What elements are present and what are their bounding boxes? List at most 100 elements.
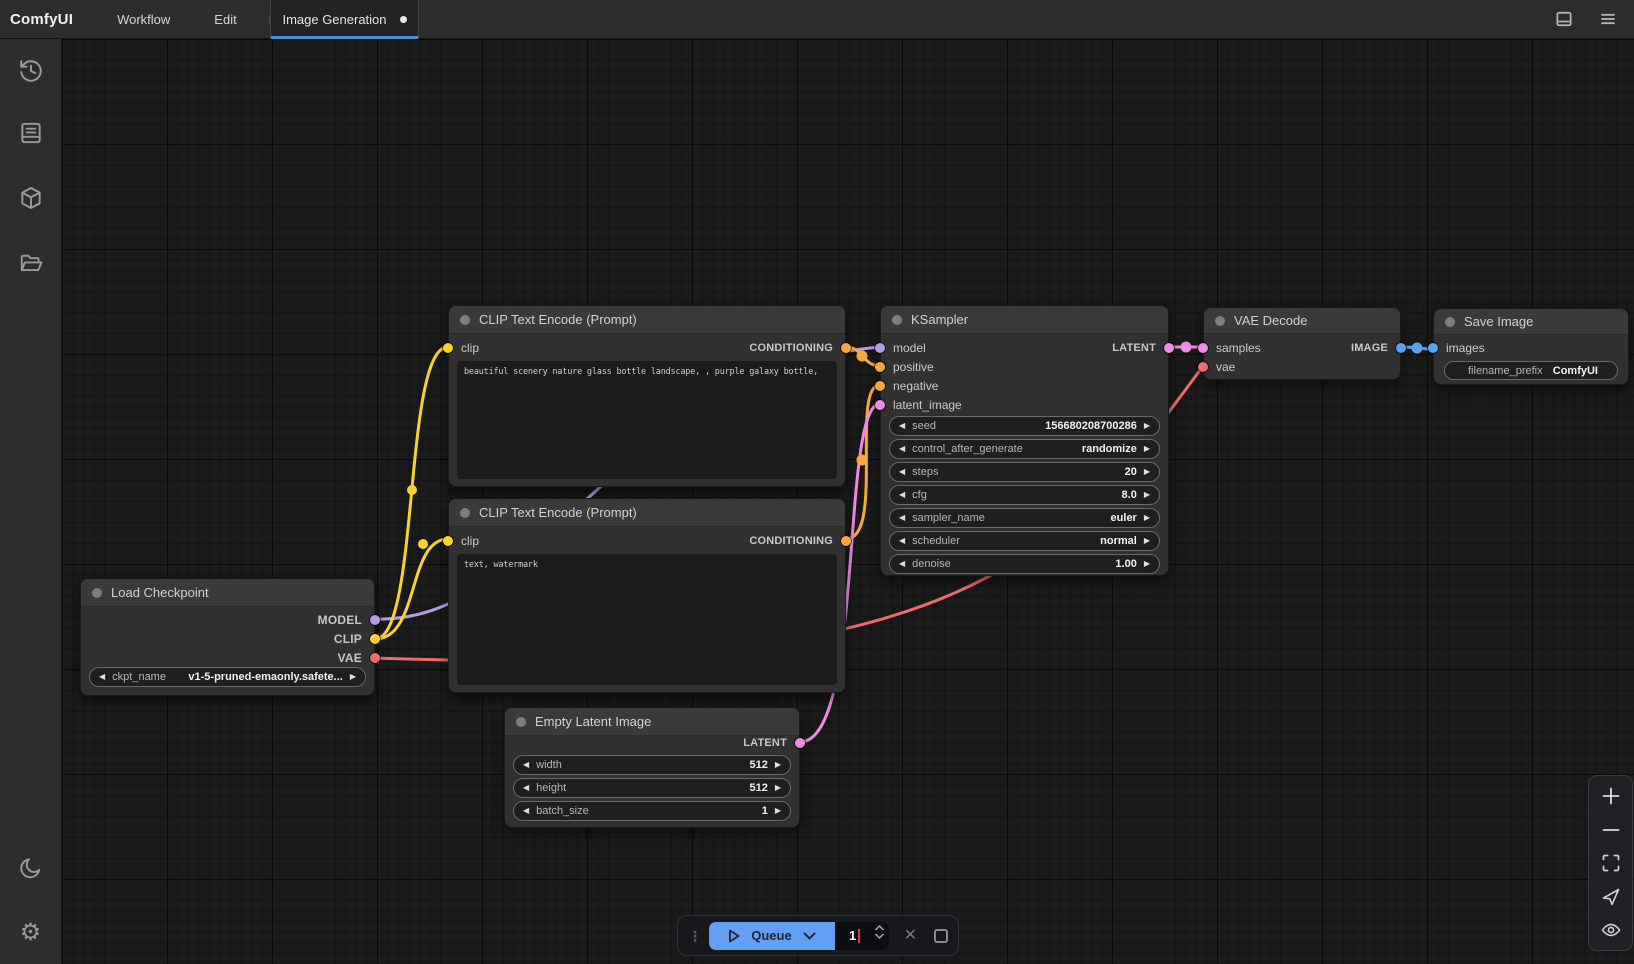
decrement-icon[interactable]: ◀ [899, 560, 905, 568]
node-empty-latent-image[interactable]: Empty Latent Image LATENT ◀ width 512 ▶ … [504, 707, 800, 828]
node-titlebar[interactable]: Load Checkpoint [81, 579, 374, 607]
collapse-dot-icon[interactable] [1445, 317, 1455, 327]
theme-toggle-icon[interactable] [18, 855, 44, 881]
widget-filename-prefix[interactable]: filename_prefix ComfyUI [1444, 361, 1618, 380]
node-titlebar[interactable]: CLIP Text Encode (Prompt) [449, 306, 845, 334]
widget-denoise[interactable]: ◀ denoise 1.00 ▶ [889, 554, 1160, 574]
increment-icon[interactable]: ▶ [775, 761, 781, 769]
menu-edit[interactable]: Edit [214, 12, 236, 27]
collapse-dot-icon[interactable] [892, 315, 902, 325]
decrement-icon[interactable]: ◀ [523, 761, 529, 769]
zoom-in-button[interactable] [1600, 785, 1622, 807]
increment-icon[interactable]: ▶ [1144, 537, 1150, 545]
increment-icon[interactable]: ▶ [1144, 491, 1150, 499]
toggle-link-visibility-icon[interactable] [1600, 919, 1622, 941]
collapse-dot-icon[interactable] [1215, 316, 1225, 326]
output-port-model[interactable] [370, 615, 380, 625]
hamburger-menu-icon[interactable] [1598, 9, 1618, 29]
input-port-clip[interactable] [443, 343, 453, 353]
input-port-vae[interactable] [1198, 362, 1208, 372]
increment-icon[interactable]: ▶ [775, 807, 781, 815]
node-clip-text-encode-positive[interactable]: CLIP Text Encode (Prompt) clip CONDITION… [448, 305, 846, 487]
input-port-samples[interactable] [1198, 343, 1208, 353]
decrement-icon[interactable]: ◀ [523, 784, 529, 792]
widget-cfg[interactable]: ◀ cfg 8.0 ▶ [889, 485, 1160, 505]
workflow-history-icon[interactable] [18, 58, 44, 84]
input-port-model[interactable] [875, 343, 885, 353]
play-icon [728, 929, 740, 943]
menu-workflow[interactable]: Workflow [117, 12, 170, 27]
widget-ckpt-name[interactable]: ◀ ckpt_name v1-5-pruned-emaonly.safete..… [89, 667, 366, 687]
node-library-icon[interactable] [18, 185, 44, 211]
drag-handle-icon[interactable]: ⋮ [688, 929, 702, 943]
output-port-latent[interactable] [795, 738, 805, 748]
node-graph-canvas[interactable]: Load Checkpoint MODEL CLIP VAE ◀ ckpt_na… [62, 39, 1634, 964]
collapse-dot-icon[interactable] [92, 588, 102, 598]
decrement-icon[interactable]: ◀ [899, 422, 905, 430]
input-port-clip[interactable] [443, 536, 453, 546]
decrement-icon[interactable]: ◀ [899, 468, 905, 476]
node-titlebar[interactable]: Empty Latent Image [505, 708, 799, 736]
widget-seed[interactable]: ◀ seed 156680208700286 ▶ [889, 416, 1160, 436]
collapse-dot-icon[interactable] [460, 315, 470, 325]
stop-icon[interactable] [934, 929, 948, 943]
increment-icon[interactable]: ▶ [1144, 560, 1150, 568]
node-load-checkpoint[interactable]: Load Checkpoint MODEL CLIP VAE ◀ ckpt_na… [80, 578, 375, 696]
step-up-icon[interactable] [875, 925, 884, 931]
node-vae-decode[interactable]: VAE Decode samples IMAGE vae [1203, 307, 1401, 380]
increment-icon[interactable]: ▶ [1144, 422, 1150, 430]
collapse-dot-icon[interactable] [516, 717, 526, 727]
tab-image-generation[interactable]: Image Generation [270, 0, 419, 39]
collapse-dot-icon[interactable] [460, 508, 470, 518]
toggle-panel-icon[interactable] [1554, 9, 1574, 29]
queue-icon[interactable] [18, 120, 44, 146]
clear-queue-icon[interactable]: ✕ [904, 928, 917, 944]
decrement-icon[interactable]: ◀ [899, 445, 905, 453]
node-ksampler[interactable]: KSampler model LATENT positive negative … [880, 305, 1169, 576]
increment-icon[interactable]: ▶ [1144, 468, 1150, 476]
output-port-conditioning[interactable] [841, 536, 851, 546]
decrement-icon[interactable]: ◀ [899, 514, 905, 522]
pan-mode-icon[interactable] [1600, 886, 1622, 908]
input-port-images[interactable] [1428, 343, 1438, 353]
node-titlebar[interactable]: KSampler [881, 306, 1168, 334]
input-port-positive[interactable] [875, 362, 885, 372]
node-clip-text-encode-negative[interactable]: CLIP Text Encode (Prompt) clip CONDITION… [448, 498, 846, 693]
increment-icon[interactable]: ▶ [775, 784, 781, 792]
output-port-conditioning[interactable] [841, 343, 851, 353]
combo-prev-icon[interactable]: ◀ [99, 673, 105, 681]
widget-steps[interactable]: ◀ steps 20 ▶ [889, 462, 1160, 482]
input-port-latent-image[interactable] [875, 400, 885, 410]
widget-batch-size[interactable]: ◀ batch_size 1 ▶ [513, 801, 791, 821]
decrement-icon[interactable]: ◀ [523, 807, 529, 815]
output-port-clip[interactable] [370, 634, 380, 644]
prompt-textarea[interactable]: beautiful scenery nature glass bottle la… [457, 361, 837, 479]
node-titlebar[interactable]: Save Image [1434, 309, 1628, 335]
widget-width[interactable]: ◀ width 512 ▶ [513, 755, 791, 775]
output-port-vae[interactable] [370, 653, 380, 663]
increment-icon[interactable]: ▶ [1144, 514, 1150, 522]
prompt-textarea[interactable]: text, watermark [457, 554, 837, 685]
node-titlebar[interactable]: VAE Decode [1204, 308, 1400, 334]
queue-button[interactable]: Queue [709, 922, 835, 950]
widget-scheduler[interactable]: ◀ scheduler normal ▶ [889, 531, 1160, 551]
combo-next-icon[interactable]: ▶ [350, 673, 356, 681]
output-port-image[interactable] [1396, 343, 1406, 353]
widget-sampler-name[interactable]: ◀ sampler_name euler ▶ [889, 508, 1160, 528]
output-port-latent[interactable] [1164, 343, 1174, 353]
step-down-icon[interactable] [875, 933, 884, 939]
zoom-out-button[interactable] [1600, 819, 1622, 841]
chevron-down-icon[interactable] [803, 932, 816, 940]
model-library-icon[interactable] [18, 250, 44, 276]
input-port-negative[interactable] [875, 381, 885, 391]
widget-height[interactable]: ◀ height 512 ▶ [513, 778, 791, 798]
node-titlebar[interactable]: CLIP Text Encode (Prompt) [449, 499, 845, 527]
decrement-icon[interactable]: ◀ [899, 491, 905, 499]
batch-count-input[interactable]: 1 [835, 922, 889, 950]
node-save-image[interactable]: Save Image images filename_prefix ComfyU… [1433, 308, 1629, 385]
increment-icon[interactable]: ▶ [1144, 445, 1150, 453]
decrement-icon[interactable]: ◀ [899, 537, 905, 545]
fit-view-button[interactable] [1600, 852, 1622, 874]
settings-icon[interactable]: ⚙ [18, 920, 44, 946]
widget-control-after-generate[interactable]: ◀ control_after_generate randomize ▶ [889, 439, 1160, 459]
